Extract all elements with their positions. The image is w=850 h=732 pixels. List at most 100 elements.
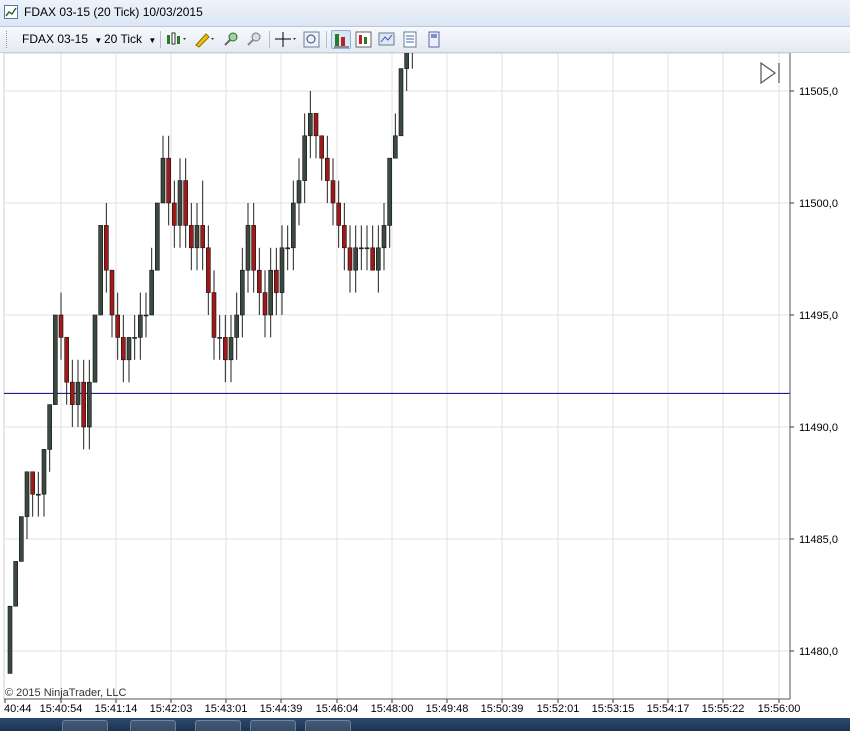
y-tick-label: 11490,0 xyxy=(799,422,838,434)
strategies-button[interactable] xyxy=(377,30,397,49)
candle-body xyxy=(115,314,120,338)
candle-body xyxy=(347,247,353,271)
candle-body xyxy=(53,314,58,405)
y-tick-label: 11485,0 xyxy=(799,534,838,546)
zoom-in-button[interactable] xyxy=(222,30,242,49)
candle-body xyxy=(217,337,222,339)
candle-body xyxy=(211,292,217,338)
data-box-icon xyxy=(334,34,349,48)
candle-body xyxy=(285,247,290,250)
x-axis: 40:44 15:40:54 15:41:14 15:42:03 15:43:01 15:… xyxy=(4,698,800,715)
magnifier-button[interactable] xyxy=(302,30,322,49)
candlestick-chart-svg[interactable]: 11480,0 11485,0 11490,0 11495,0 11500,0 11505… xyxy=(3,0,850,715)
x-tick-label: 15:43:01 xyxy=(205,703,248,713)
candle xyxy=(53,314,58,405)
candle-body xyxy=(274,269,279,293)
candle-body xyxy=(376,247,381,271)
candle-body xyxy=(98,225,103,316)
drawing-tools-button[interactable] xyxy=(193,30,214,49)
candle-body xyxy=(364,247,370,250)
candle-body xyxy=(404,45,409,69)
candle xyxy=(13,561,18,607)
candle-body xyxy=(353,247,358,271)
zoom-out-icon xyxy=(247,32,261,46)
toolbar-separator xyxy=(269,31,270,48)
candle-body xyxy=(189,225,194,249)
chevron-down-icon: ▼ xyxy=(94,36,103,45)
candle-body xyxy=(92,314,98,383)
candle-body xyxy=(240,269,245,316)
candle-body xyxy=(308,113,313,137)
candle-body xyxy=(251,225,256,271)
template-icon xyxy=(428,31,440,48)
taskbar-app-button[interactable] xyxy=(195,720,241,732)
candle-body xyxy=(132,337,137,339)
taskbar-browser-button[interactable] xyxy=(62,720,108,732)
x-tick-label: 15:50:39 xyxy=(481,703,524,713)
candle-body xyxy=(296,180,302,204)
candle-body xyxy=(325,157,330,181)
zoom-out-button[interactable] xyxy=(245,30,265,49)
candle-body xyxy=(30,471,35,495)
chart-style-button[interactable] xyxy=(165,30,186,49)
candle-body xyxy=(257,269,262,293)
price-chart[interactable]: 11480,0 11485,0 11490,0 11495,0 11500,0 11505… xyxy=(3,0,850,715)
candle-body xyxy=(336,202,341,226)
x-tick-label: 15:55:22 xyxy=(702,703,745,713)
candle-body xyxy=(47,404,52,450)
candle-body xyxy=(155,202,160,271)
chart-toolbar: FDAX 03-15 ▼ 20 Tick ▼ xyxy=(0,27,850,53)
x-tick-label: 15:44:39 xyxy=(260,703,303,713)
window-titlebar: FDAX 03-15 (20 Tick) 10/03/2015 xyxy=(0,0,850,27)
x-tick-label: 15:41:14 xyxy=(95,703,138,713)
candle-body xyxy=(36,493,41,496)
x-tick-label: 15:49:48 xyxy=(426,703,469,713)
taskbar-app-button[interactable] xyxy=(130,720,176,732)
zoom-in-icon xyxy=(224,32,238,46)
candle xyxy=(155,202,160,271)
candle-body xyxy=(138,314,143,338)
candle-body xyxy=(160,157,166,204)
candle xyxy=(98,225,103,316)
y-tick-label: 11480,0 xyxy=(799,646,838,658)
os-taskbar xyxy=(0,718,850,732)
candle-body xyxy=(64,337,69,383)
y-tick-label: 11505,0 xyxy=(799,86,838,98)
candle-body xyxy=(19,516,24,562)
candle-body xyxy=(126,337,132,361)
chart-properties-button[interactable] xyxy=(400,30,420,49)
data-box-button[interactable] xyxy=(331,30,351,49)
instrument-selector[interactable]: FDAX 03-15 ▼ xyxy=(22,31,102,48)
taskbar-app-button[interactable] xyxy=(305,720,351,732)
candle-body xyxy=(121,337,126,361)
templates-button[interactable] xyxy=(424,30,444,49)
candle-body xyxy=(13,561,18,607)
candle-body xyxy=(268,269,273,316)
candle-body xyxy=(194,225,200,249)
candle-body xyxy=(302,135,307,181)
taskbar-app-button[interactable] xyxy=(250,720,296,732)
crosshair-button[interactable] xyxy=(274,30,296,49)
candle-body xyxy=(370,247,375,271)
candle-body xyxy=(143,314,149,317)
indicators-button[interactable] xyxy=(354,30,374,49)
candle-body xyxy=(81,381,86,428)
candle-body xyxy=(58,314,64,338)
y-axis: 11480,0 11485,0 11490,0 11495,0 11500,0 11505… xyxy=(789,53,838,699)
candle xyxy=(19,516,24,562)
candle-body xyxy=(200,225,205,249)
x-tick-label: 15:48:00 xyxy=(371,703,414,713)
copyright-text: © 2015 NinjaTrader, LLC xyxy=(5,687,126,699)
pencil-icon xyxy=(195,33,214,48)
candle-body xyxy=(109,269,115,316)
candle-body xyxy=(206,247,211,293)
candle-body xyxy=(104,225,109,271)
candle-body xyxy=(245,225,251,271)
toolbar-separator xyxy=(160,31,161,48)
interval-label: 20 Tick xyxy=(104,32,143,46)
candle-body xyxy=(183,180,188,226)
y-tick-label: 11495,0 xyxy=(799,310,838,322)
interval-selector[interactable]: 20 Tick ▼ xyxy=(104,31,156,48)
candle-body xyxy=(342,225,347,249)
toolbar-grip[interactable] xyxy=(6,31,10,48)
